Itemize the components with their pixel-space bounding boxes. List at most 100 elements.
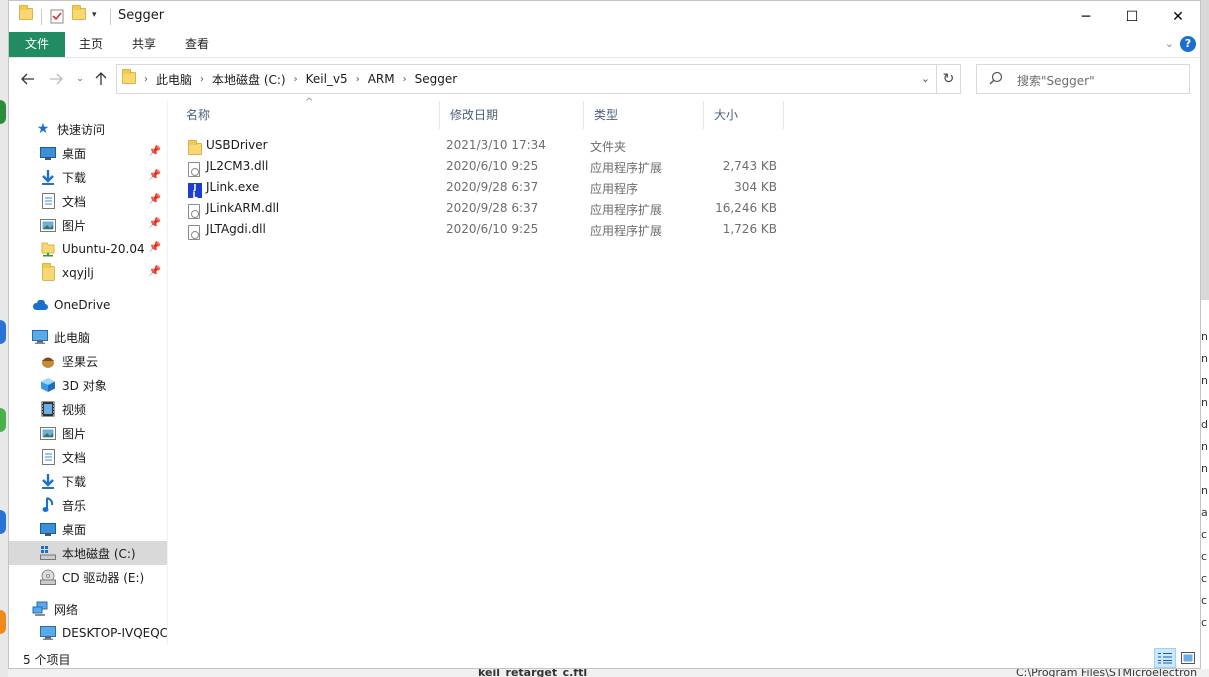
nav-label: 坚果云: [62, 354, 99, 369]
file-type: 应用程序扩展: [590, 224, 663, 238]
nav-onedrive[interactable]: OneDrive: [9, 293, 167, 317]
nav-item-documents[interactable]: 文档 📌: [9, 189, 167, 213]
computer-icon: [40, 625, 56, 641]
tab-home[interactable]: 主页: [65, 32, 117, 57]
file-size: 304 KB: [734, 180, 777, 194]
column-header-name[interactable]: 名称: [176, 101, 440, 129]
crumb-keil[interactable]: Keil_v5: [300, 72, 354, 86]
file-type: 应用程序扩展: [590, 203, 663, 217]
file-row-jlink-exe[interactable]: JL JLink.exe 2020/9/28 6:37 应用程序 304 KB: [177, 177, 777, 200]
pin-icon[interactable]: 📌: [149, 218, 161, 229]
up-button[interactable]: [91, 69, 111, 89]
pin-icon[interactable]: 📌: [149, 242, 161, 253]
address-dropdown-icon[interactable]: ⌄: [921, 72, 930, 85]
address-bar[interactable]: › 此电脑 › 本地磁盘 (C:) › Keil_v5 › ARM › Segg…: [116, 64, 961, 94]
background-file-label: keil_retarget_c.ftl: [478, 669, 588, 677]
pin-icon[interactable]: 📌: [149, 194, 161, 205]
large-icons-view-button[interactable]: [1177, 648, 1199, 668]
nav-item-cd-drive[interactable]: CD 驱动器 (E:): [9, 565, 167, 589]
nav-item-local-disk-c[interactable]: 本地磁盘 (C:): [9, 541, 167, 565]
details-view-button[interactable]: [1154, 648, 1176, 668]
file-type: 应用程序: [590, 182, 639, 196]
recent-locations-icon[interactable]: ⌄: [70, 69, 90, 89]
chevron-right-icon[interactable]: ›: [292, 74, 300, 85]
nav-item-xqyjlj[interactable]: xqyjlj 📌: [9, 261, 167, 285]
back-button[interactable]: [18, 69, 38, 89]
tab-file[interactable]: 文件: [9, 32, 65, 57]
new-folder-icon[interactable]: [72, 5, 88, 24]
pin-icon[interactable]: 📌: [149, 146, 161, 157]
nav-item-ubuntu[interactable]: Ubuntu-20.04 📌: [9, 237, 167, 261]
nav-label: 视频: [62, 402, 87, 417]
properties-icon[interactable]: [50, 8, 66, 24]
folder-icon: [188, 138, 202, 155]
background-window-left: [0, 0, 8, 677]
pin-icon[interactable]: 📌: [149, 266, 161, 277]
file-size: 16,246 KB: [715, 201, 777, 215]
nut-icon: [40, 353, 56, 369]
nav-item-desktop-pc[interactable]: 桌面: [9, 517, 167, 541]
network-folder-icon: [40, 241, 56, 257]
minimize-button[interactable]: ─: [1063, 1, 1109, 32]
file-row-jltagdi[interactable]: JLTAgdi.dll 2020/6/10 9:25 应用程序扩展 1,726 …: [177, 219, 777, 240]
column-header-size[interactable]: 大小: [704, 101, 784, 129]
chevron-right-icon[interactable]: ›: [198, 74, 206, 85]
file-row-jl2cm3[interactable]: JL2CM3.dll 2020/6/10 9:25 应用程序扩展 2,743 K…: [177, 156, 777, 177]
nav-quick-access[interactable]: ★ 快速访问: [9, 117, 167, 141]
file-row-usbdriver[interactable]: USBDriver 2021/3/10 17:34 文件夹: [177, 135, 777, 156]
crumb-this-pc[interactable]: 此电脑: [150, 71, 198, 88]
column-header-type[interactable]: 类型: [584, 101, 704, 129]
details-view-icon: [1158, 653, 1172, 664]
chevron-right-icon[interactable]: ›: [354, 74, 362, 85]
chevron-right-icon[interactable]: ›: [401, 74, 409, 85]
file-date: 2020/9/28 6:37: [446, 201, 539, 215]
nav-item-videos[interactable]: 视频: [9, 397, 167, 421]
computer-icon: [32, 329, 48, 345]
background-window-bottom: keil_retarget_c.ftl C:\Program Files\STM…: [8, 669, 1209, 677]
jlink-exe-icon: JL: [188, 180, 202, 200]
nav-label: 此电脑: [54, 330, 91, 345]
expand-ribbon-icon[interactable]: ⌄: [1165, 37, 1174, 50]
file-size: 1,726 KB: [722, 222, 777, 236]
file-date: 2021/3/10 17:34: [446, 138, 546, 152]
nav-item-music[interactable]: 音乐: [9, 493, 167, 517]
dll-icon: [188, 201, 202, 219]
window-title: Segger: [118, 8, 165, 23]
nav-label: 文档: [62, 450, 87, 465]
forward-button[interactable]: [46, 69, 66, 89]
nav-item-jianguoyun[interactable]: 坚果云: [9, 349, 167, 373]
file-name: JL2CM3.dll: [206, 159, 269, 173]
nav-item-pictures-pc[interactable]: 图片: [9, 421, 167, 445]
nav-item-pictures[interactable]: 图片 📌: [9, 213, 167, 237]
refresh-button[interactable]: ↻: [936, 65, 960, 93]
nav-item-downloads-pc[interactable]: 下载: [9, 469, 167, 493]
tab-share[interactable]: 共享: [118, 32, 170, 57]
tab-view[interactable]: 查看: [171, 32, 223, 57]
nav-network[interactable]: 网络: [9, 597, 167, 621]
nav-item-desktop-host[interactable]: DESKTOP-IVQEQC: [9, 621, 167, 645]
nav-item-documents-pc[interactable]: 文档: [9, 445, 167, 469]
customize-toolbar-icon[interactable]: ▾: [92, 10, 108, 26]
nav-item-downloads[interactable]: 下载 📌: [9, 165, 167, 189]
status-bar: 5 个项目: [9, 646, 1200, 669]
dll-icon: [188, 159, 202, 177]
chevron-right-icon[interactable]: ›: [142, 74, 150, 85]
file-row-jlinkarm[interactable]: JLinkARM.dll 2020/9/28 6:37 应用程序扩展 16,24…: [177, 198, 777, 219]
crumb-arm[interactable]: ARM: [362, 72, 401, 86]
crumb-segger[interactable]: Segger: [409, 72, 464, 86]
nav-this-pc[interactable]: 此电脑: [9, 325, 167, 349]
file-name: JLTAgdi.dll: [206, 222, 266, 236]
desktop-icon: [40, 521, 56, 537]
column-header-date[interactable]: 修改日期: [440, 101, 584, 129]
pictures-icon: [40, 425, 56, 441]
maximize-button[interactable]: ☐: [1109, 1, 1155, 32]
nav-label: 文档: [62, 194, 87, 209]
help-icon[interactable]: ?: [1180, 36, 1196, 52]
nav-item-3d-objects[interactable]: 3D 对象: [9, 373, 167, 397]
video-icon: [40, 401, 56, 417]
nav-item-desktop[interactable]: 桌面 📌: [9, 141, 167, 165]
search-input[interactable]: 搜索"Segger": [976, 64, 1190, 94]
close-button[interactable]: ✕: [1155, 1, 1201, 32]
pin-icon[interactable]: 📌: [149, 170, 161, 181]
crumb-local-disk[interactable]: 本地磁盘 (C:): [206, 71, 292, 88]
